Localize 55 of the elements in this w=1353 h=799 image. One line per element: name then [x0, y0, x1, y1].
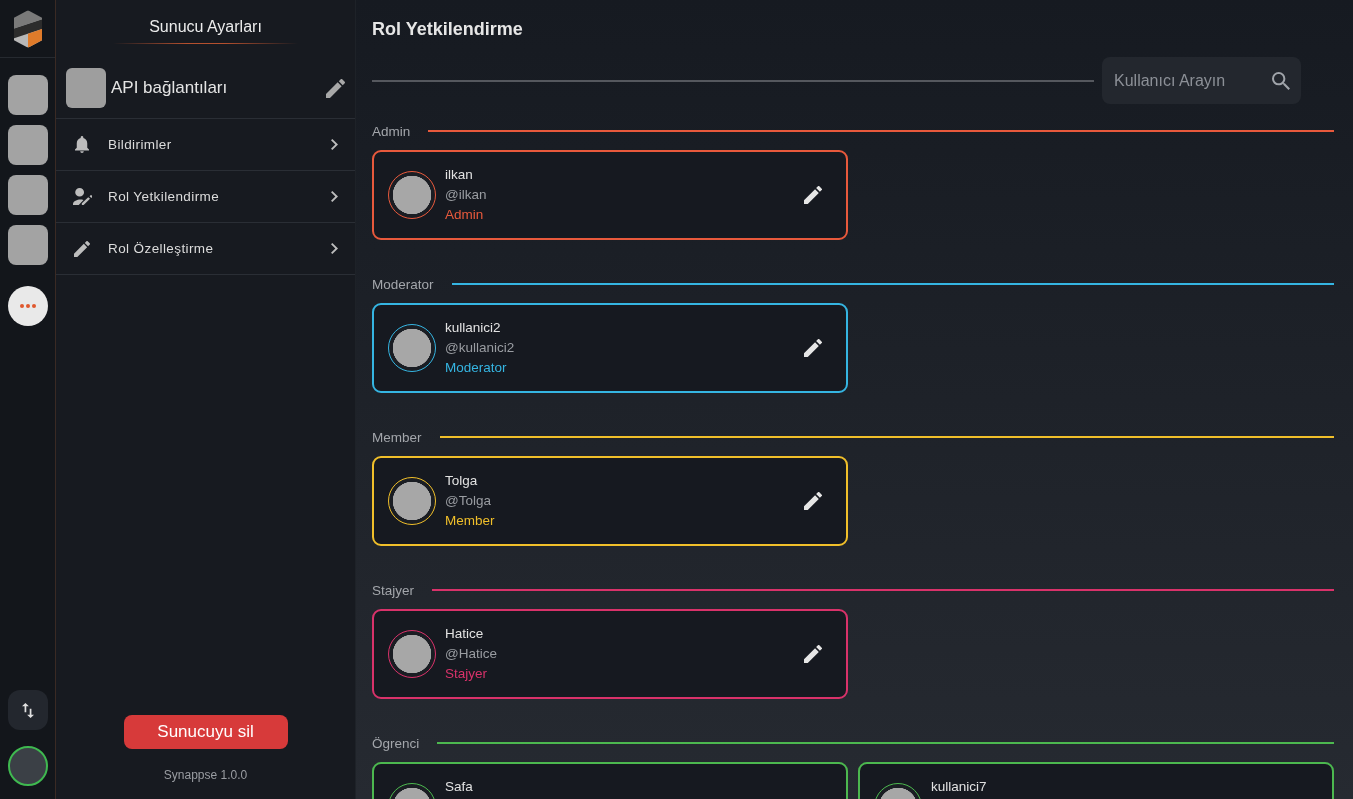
server-icon[interactable]: [7, 75, 48, 115]
edit-icon[interactable]: [804, 339, 822, 357]
member-role: Moderator: [445, 359, 507, 377]
member-handle: @Tolga: [445, 492, 491, 510]
user-avatar: [388, 630, 436, 678]
edit-icon[interactable]: [804, 492, 822, 510]
role-heading: Moderator: [372, 276, 434, 292]
menu-item[interactable]: Bildirimler: [56, 119, 355, 171]
dots-icon: [19, 304, 36, 308]
user-avatar: [388, 324, 436, 372]
role-heading: Ögrenci: [372, 735, 420, 751]
member-role: Stajyer: [445, 665, 488, 683]
member-name: Tolga: [445, 472, 478, 490]
chevron-icon: [331, 139, 338, 150]
swap-button[interactable]: [7, 690, 48, 730]
version-text: Synappse 1.0.0: [163, 768, 248, 782]
menu-item[interactable]: Rol Yetkilendirme: [56, 171, 355, 223]
logo-icon: [13, 8, 42, 49]
member-name: Safa: [445, 778, 473, 796]
user-avatar: [388, 477, 436, 525]
page-title: Rol Yetkilendirme: [372, 18, 523, 40]
server-icon[interactable]: [7, 175, 48, 215]
member-name: ilkan: [445, 166, 473, 184]
search-field[interactable]: Kullanıcı Arayın: [1102, 57, 1301, 104]
server-icon[interactable]: [7, 125, 48, 165]
member-name: kullanici7: [931, 778, 987, 796]
edit-icon[interactable]: [804, 645, 822, 663]
member-role: Admin: [445, 206, 484, 224]
member-handle: @ilkan: [445, 186, 487, 204]
server-image: [66, 68, 106, 108]
search-icon[interactable]: [1272, 71, 1290, 90]
swap-icon: [21, 702, 34, 718]
member-name: kullanici2: [445, 319, 501, 337]
edit-icon[interactable]: [804, 186, 822, 204]
chevron-icon: [331, 191, 338, 202]
more-button[interactable]: [7, 286, 48, 326]
member-handle: @Hatice: [445, 645, 497, 663]
member-name: Hatice: [445, 625, 484, 643]
pencil-icon: [74, 240, 90, 257]
server-name: API bağlantıları: [111, 78, 229, 98]
member-handle: @kullanici2: [445, 339, 515, 357]
menu-item[interactable]: Rol Özelleştirme: [56, 223, 355, 275]
role-heading: Admin: [372, 123, 411, 139]
server-icon[interactable]: [7, 225, 48, 265]
user-avatar: [388, 171, 436, 219]
role-heading: Member: [372, 429, 422, 445]
delete-server-button[interactable]: Sunucuyu sil: [123, 715, 288, 749]
chevron-icon: [331, 243, 338, 254]
user-edit-icon: [73, 188, 92, 205]
sidebar-title: Sunucu Ayarları: [149, 17, 262, 37]
member-role: Member: [445, 512, 495, 530]
bell-icon: [75, 136, 89, 153]
role-heading: Stajyer: [372, 582, 415, 598]
edit-icon[interactable]: [326, 78, 345, 98]
user-avatar[interactable]: [7, 746, 48, 786]
